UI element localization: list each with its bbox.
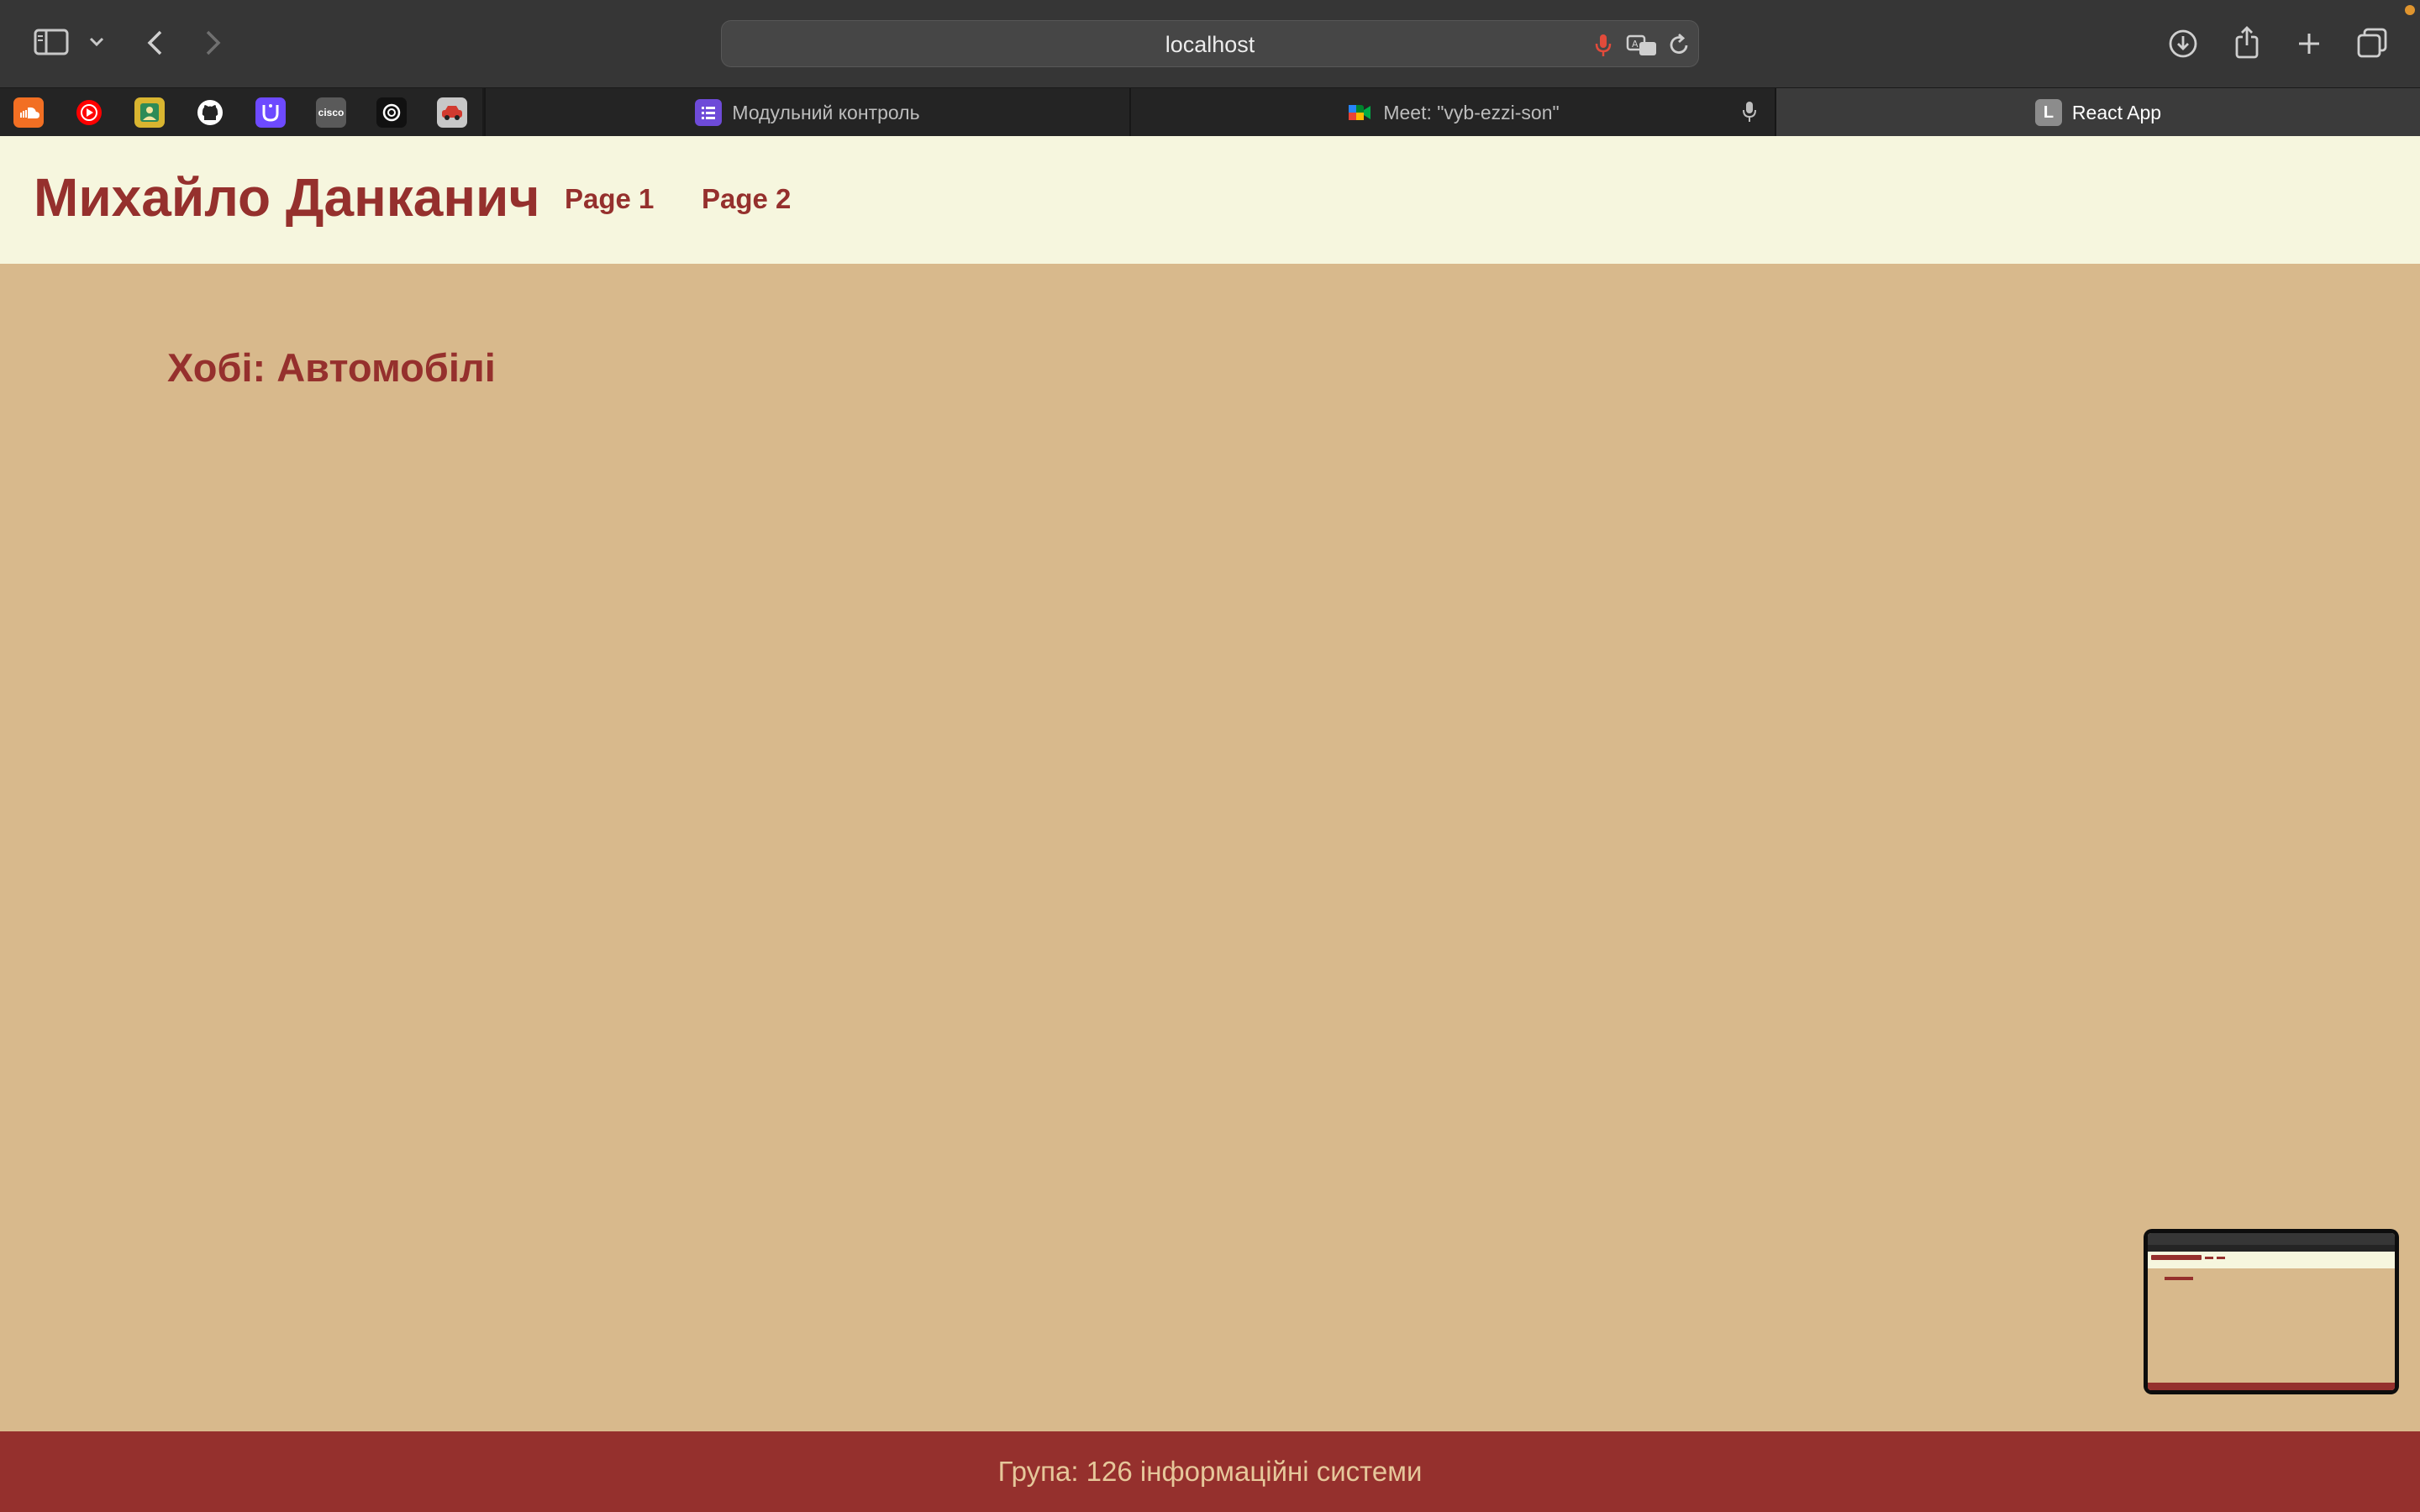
thumbnail-preview: [2148, 1233, 2395, 1390]
chevron-down-icon[interactable]: [87, 32, 106, 52]
microphone-icon[interactable]: [1741, 100, 1758, 123]
screenshot-thumbnail[interactable]: [2144, 1229, 2399, 1394]
browser-toolbar: localhost A: [0, 0, 2420, 87]
download-icon[interactable]: [2166, 27, 2200, 60]
tab-overview-icon[interactable]: [2354, 25, 2390, 60]
thumbnail-tabbar: [2148, 1245, 2395, 1252]
react-app-favicon: L: [2034, 99, 2062, 126]
github-icon[interactable]: [195, 97, 225, 128]
tab-label: React App: [2071, 101, 2162, 123]
tab-react-app[interactable]: L React App: [1775, 88, 2420, 137]
new-tab-icon[interactable]: [2292, 27, 2326, 60]
soundcloud-icon[interactable]: [13, 97, 44, 128]
thumbnail-toolbar: [2148, 1233, 2395, 1245]
cisco-icon[interactable]: cisco: [316, 97, 346, 128]
footer-text: Група: 126 інформаційні системи: [997, 1456, 1423, 1487]
tab-label: Модульний контроль: [732, 101, 920, 123]
tab-meet[interactable]: Meet: "vyb-ezzi-son": [1129, 88, 1775, 137]
reload-icon[interactable]: [1668, 33, 1691, 62]
svg-text:A: A: [1632, 39, 1639, 50]
youtube-music-icon[interactable]: [74, 97, 104, 128]
forms-icon: [695, 99, 723, 126]
forward-arrow-icon[interactable]: [200, 27, 227, 59]
tab-modular-control[interactable]: Модульний контроль: [484, 88, 1129, 137]
site-footer: Група: 126 інформаційні системи: [0, 1431, 2420, 1512]
openai-icon[interactable]: [376, 97, 407, 128]
share-icon[interactable]: [2230, 24, 2264, 60]
notification-dot: [2405, 5, 2415, 15]
translate-icon[interactable]: A: [1626, 33, 1660, 62]
site-title: Михайло Данканич: [34, 167, 540, 228]
google-meet-icon: [1346, 99, 1373, 126]
thumbnail-heading: [2165, 1277, 2193, 1280]
tab-bar: cisco Модульний контроль Meet: "vyb-ezzi…: [0, 87, 2420, 137]
sidebar-toggle-icon[interactable]: [32, 25, 71, 59]
nav-link-page-1[interactable]: Page 1: [565, 183, 654, 215]
thumbnail-link: [2205, 1257, 2213, 1259]
nav-link-page-2[interactable]: Page 2: [702, 183, 791, 215]
thumbnail-link: [2217, 1257, 2225, 1259]
contacts-icon[interactable]: [134, 97, 165, 128]
thumbnail-title: [2151, 1255, 2202, 1260]
thumbnail-header: [2148, 1252, 2395, 1268]
site-header: Михайло Данканич Page 1 Page 2: [0, 136, 2420, 264]
hobby-heading: Хобі: Автомобілі: [167, 345, 496, 390]
proton-icon[interactable]: [255, 97, 286, 128]
address-bar[interactable]: localhost A: [721, 20, 1699, 67]
url-text: localhost: [1165, 32, 1255, 57]
car-icon[interactable]: [437, 97, 467, 128]
thumbnail-footer: [2148, 1383, 2395, 1390]
back-arrow-icon[interactable]: [141, 27, 168, 59]
microphone-icon[interactable]: [1594, 33, 1612, 62]
tab-label: Meet: "vyb-ezzi-son": [1383, 101, 1560, 123]
